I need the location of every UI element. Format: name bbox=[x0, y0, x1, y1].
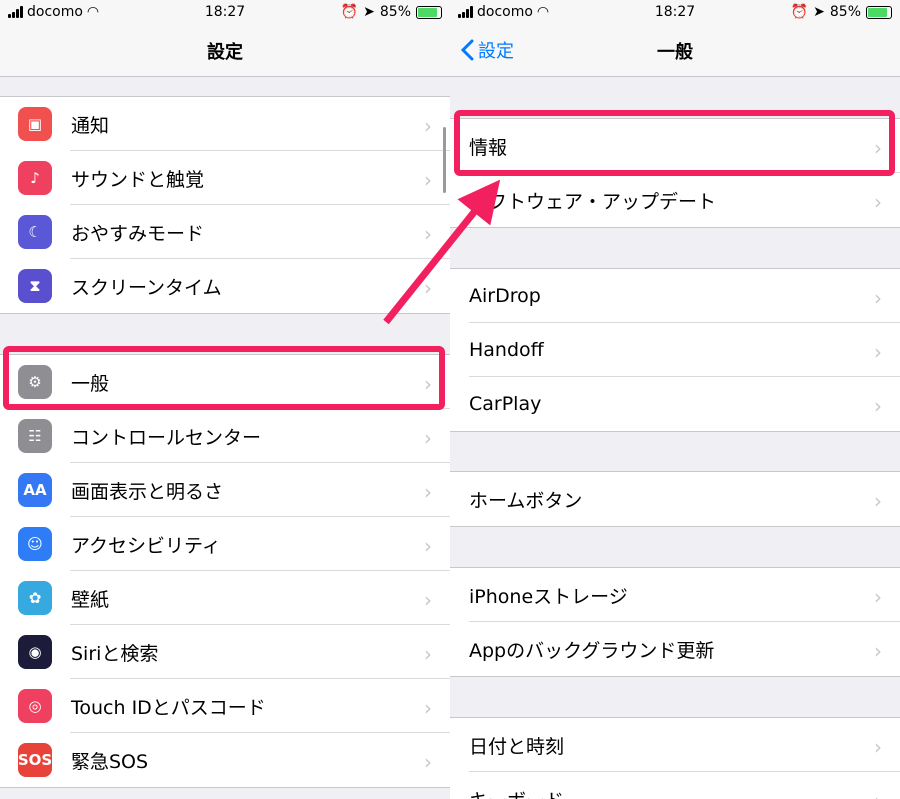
alarm-icon: ⏰ bbox=[340, 4, 359, 20]
general-row[interactable]: iPhoneストレージ › bbox=[450, 568, 900, 622]
general-row[interactable]: キーボード› bbox=[450, 772, 900, 799]
row-label: AirDrop bbox=[469, 285, 541, 307]
moon-icon: ☾ bbox=[18, 215, 52, 249]
sound-icon: ♪ bbox=[18, 161, 52, 195]
chevron-right-icon: › bbox=[424, 114, 432, 138]
display-icon: AA bbox=[18, 473, 52, 507]
settings-row[interactable]: ♪ サウンドと触覚 › bbox=[0, 151, 450, 205]
row-label: iPhoneストレージ bbox=[469, 585, 628, 608]
row-label: アクセシビリティ bbox=[71, 534, 221, 557]
nav-bar: 設定 bbox=[0, 24, 450, 77]
row-label: Handoff bbox=[469, 339, 544, 361]
general-row[interactable]: 日付と時刻 › bbox=[450, 718, 900, 772]
chevron-right-icon: › bbox=[874, 340, 882, 364]
row-label: おやすみモード bbox=[71, 222, 205, 245]
siri-icon: ◉ bbox=[18, 635, 52, 669]
general-row[interactable]: Appのバックグラウンド更新 › bbox=[450, 622, 900, 676]
notifications-icon: ▣ bbox=[18, 107, 52, 141]
row-label: 通知 bbox=[71, 114, 110, 137]
chevron-right-icon: › bbox=[424, 426, 432, 450]
settings-row[interactable]: ◉ Siriと検索 › bbox=[0, 625, 450, 679]
row-label: サウンドと触覚 bbox=[71, 168, 205, 191]
general-group-3: ホームボタン › bbox=[450, 471, 900, 527]
row-label: 日付と時刻 bbox=[469, 735, 565, 758]
general-group-4: iPhoneストレージ › Appのバックグラウンド更新 › bbox=[450, 567, 900, 677]
row-label: 画面表示と明るさ bbox=[71, 480, 224, 503]
row-label: ホームボタン bbox=[469, 489, 583, 512]
status-bar: docomo ◠ 18:27 ⏰ ➤ 85% bbox=[0, 0, 450, 24]
chevron-right-icon: › bbox=[874, 789, 882, 799]
chevron-right-icon: › bbox=[424, 696, 432, 720]
chevron-right-icon: › bbox=[874, 489, 882, 513]
chevron-right-icon: › bbox=[424, 276, 432, 300]
settings-row[interactable]: AA 画面表示と明るさ › bbox=[0, 463, 450, 517]
settings-row[interactable]: ☾ おやすみモード › bbox=[0, 205, 450, 259]
row-label: 緊急SOS bbox=[71, 750, 149, 773]
row-label: キーボード bbox=[469, 786, 900, 799]
row-label: Appのバックグラウンド更新 bbox=[469, 639, 715, 662]
row-label: スクリーンタイム bbox=[71, 276, 222, 299]
chevron-right-icon: › bbox=[424, 222, 432, 246]
sos-icon: SOS bbox=[18, 743, 52, 777]
settings-group-1: ▣ 通知 › ♪ サウンドと触覚 › ☾ おやすみモード › ⧗ スクリーンタイム › bbox=[0, 96, 450, 314]
scrollbar[interactable] bbox=[443, 127, 446, 193]
chevron-right-icon: › bbox=[424, 750, 432, 774]
row-label: CarPlay bbox=[469, 393, 542, 415]
chevron-right-icon: › bbox=[874, 286, 882, 310]
settings-row[interactable]: ◎ Touch IDとパスコード › bbox=[0, 679, 450, 733]
battery-icon bbox=[866, 5, 892, 19]
chevron-right-icon: › bbox=[874, 639, 882, 663]
chevron-right-icon: › bbox=[874, 735, 882, 759]
location-icon: ➤ bbox=[363, 4, 375, 20]
chevron-right-icon: › bbox=[874, 190, 882, 214]
wallpaper-icon: ✿ bbox=[18, 581, 52, 615]
chevron-right-icon: › bbox=[424, 642, 432, 666]
chevron-right-icon: › bbox=[874, 394, 882, 418]
row-label: ソフトウェア・アップデート bbox=[469, 190, 717, 213]
nav-bar: 設定 一般 bbox=[450, 24, 900, 77]
general-row[interactable]: CarPlay › bbox=[450, 377, 900, 431]
hourglass-icon: ⧗ bbox=[18, 269, 52, 303]
general-group-5: 日付と時刻›キーボード› bbox=[450, 717, 900, 799]
row-label: コントロールセンター bbox=[71, 426, 262, 449]
general-row[interactable]: AirDrop › bbox=[450, 269, 900, 323]
chevron-right-icon: › bbox=[424, 588, 432, 612]
page-title: 設定 bbox=[207, 42, 243, 63]
settings-row[interactable]: ☷ コントロールセンター › bbox=[0, 409, 450, 463]
general-group-2: AirDrop › Handoff › CarPlay › bbox=[450, 268, 900, 432]
row-label: Siriと検索 bbox=[71, 642, 159, 665]
battery-icon bbox=[416, 5, 442, 19]
highlight-general-row bbox=[3, 346, 445, 410]
general-row[interactable]: ホームボタン › bbox=[450, 472, 900, 526]
chevron-right-icon: › bbox=[424, 480, 432, 504]
chevron-right-icon: › bbox=[874, 585, 882, 609]
settings-row[interactable]: ⧗ スクリーンタイム › bbox=[0, 259, 450, 313]
highlight-info-row bbox=[454, 110, 895, 176]
status-bar: docomo ◠ 18:27 ⏰ ➤ 85% bbox=[450, 0, 900, 24]
settings-row[interactable]: ☺ アクセシビリティ › bbox=[0, 517, 450, 571]
settings-row[interactable]: ▣ 通知 › bbox=[0, 97, 450, 151]
location-icon: ➤ bbox=[813, 4, 825, 20]
toggles-icon: ☷ bbox=[18, 419, 52, 453]
battery-percent: 85% bbox=[379, 4, 411, 20]
battery-percent: 85% bbox=[829, 4, 861, 20]
settings-group-2: ⚙ 一般 › ☷ コントロールセンター › AA 画面表示と明るさ › ☺ アクセシビリティ › ✿ 壁紙… bbox=[0, 354, 450, 788]
chevron-right-icon: › bbox=[424, 534, 432, 558]
row-label: Touch IDとパスコード bbox=[71, 696, 266, 719]
chevron-right-icon: › bbox=[424, 168, 432, 192]
fingerprint-icon: ◎ bbox=[18, 689, 52, 723]
accessibility-icon: ☺ bbox=[18, 527, 52, 561]
row-label: 壁紙 bbox=[71, 588, 110, 611]
settings-row[interactable]: SOS 緊急SOS › bbox=[0, 733, 450, 787]
page-title: 一般 bbox=[657, 42, 693, 63]
general-row[interactable]: Handoff › bbox=[450, 323, 900, 377]
alarm-icon: ⏰ bbox=[790, 4, 809, 20]
settings-row[interactable]: ✿ 壁紙 › bbox=[0, 571, 450, 625]
general-row[interactable]: ソフトウェア・アップデート › bbox=[450, 173, 900, 227]
